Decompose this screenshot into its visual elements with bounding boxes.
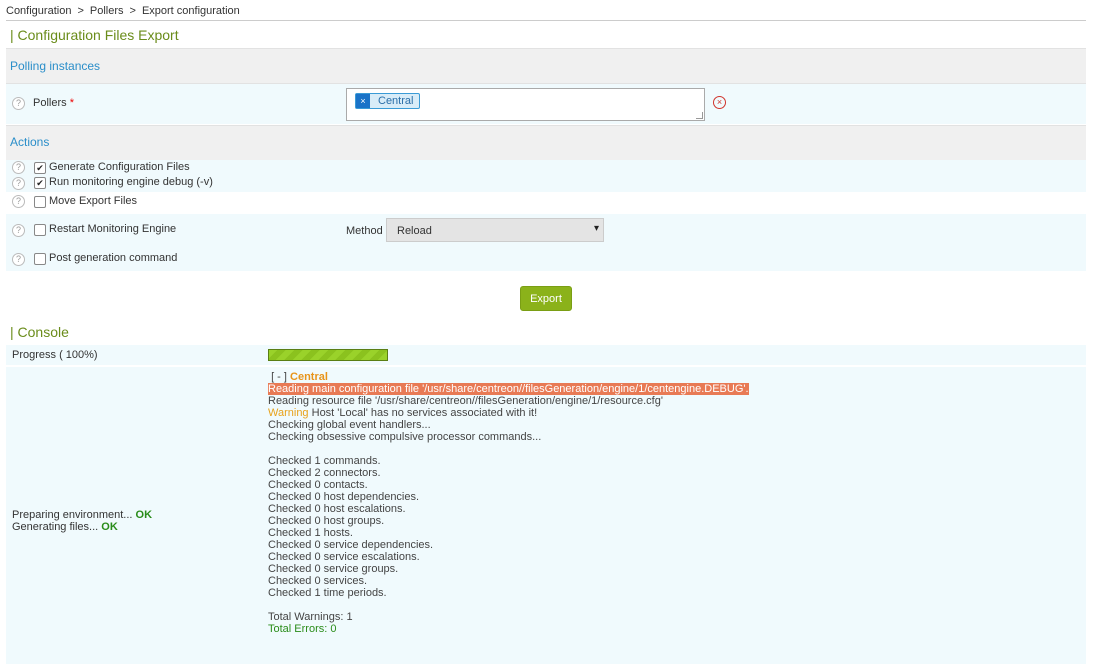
clear-pollers-icon[interactable]: × xyxy=(713,96,726,109)
console-line: Warning Host 'Local' has no services ass… xyxy=(268,407,749,419)
header-divider xyxy=(6,20,1086,21)
console-line: Checked 0 service dependencies. xyxy=(268,539,434,551)
method-select[interactable]: Reload ▾ xyxy=(386,218,604,242)
actions-header: Actions xyxy=(6,125,1086,161)
generate-config-checkbox[interactable]: ✔ xyxy=(34,162,46,174)
console-line: Checked 2 connectors. xyxy=(268,467,381,479)
console-line: Checked 0 service groups. xyxy=(268,563,399,575)
console-title: | Console xyxy=(10,324,69,340)
gen-status-line: Generating files... OK xyxy=(12,521,152,533)
polling-instances-title: Polling instances xyxy=(10,59,101,73)
console-line: Checked 1 commands. xyxy=(268,455,381,467)
breadcrumb: Configuration > Pollers > Export configurati… xyxy=(6,5,240,17)
console-line: Reading main configuration file '/usr/sh… xyxy=(268,383,749,395)
progress-bar xyxy=(268,349,388,361)
total-errors: Total Errors: 0 xyxy=(268,623,337,635)
prep-status-line: Preparing environment... OK xyxy=(12,509,152,521)
collapse-toggle[interactable]: [ - ] xyxy=(271,371,287,383)
tag-remove-icon[interactable]: × xyxy=(356,94,370,108)
console-status: Preparing environment... OK Generating f… xyxy=(12,509,152,533)
breadcrumb-separator: > xyxy=(77,5,84,17)
console-poller-name: Central xyxy=(290,371,328,383)
console-line: Checked 0 services. xyxy=(268,575,368,587)
restart-engine-checkbox[interactable] xyxy=(34,224,46,236)
help-icon[interactable]: ? xyxy=(12,224,25,237)
help-icon[interactable]: ? xyxy=(12,253,25,266)
console-log: [ - ] Central Reading main configuration… xyxy=(268,371,749,635)
pollers-help-icon[interactable]: ? xyxy=(12,97,25,110)
actions-title: Actions xyxy=(10,135,50,149)
console-line: Checked 0 contacts. xyxy=(268,479,368,491)
console-line: Checked 0 host escalations. xyxy=(268,503,406,515)
pollers-label-text: Pollers xyxy=(33,97,67,109)
console-line: Checked 0 host dependencies. xyxy=(268,491,420,503)
debug-error-line: Reading main configuration file '/usr/sh… xyxy=(268,383,749,395)
pollers-label: Pollers * xyxy=(33,97,74,109)
breadcrumb-configuration[interactable]: Configuration xyxy=(6,5,71,17)
warning-text: Host 'Local' has no services associated … xyxy=(308,407,538,419)
console-poller-header: [ - ] Central xyxy=(268,371,749,383)
method-label: Method xyxy=(346,225,383,237)
breadcrumb-pollers[interactable]: Pollers xyxy=(90,5,124,17)
console-line: Checked 1 hosts. xyxy=(268,527,353,539)
progress-row xyxy=(6,345,1086,365)
move-export-label: Move Export Files xyxy=(49,195,138,207)
generate-config-label: Generate Configuration Files xyxy=(49,161,190,173)
required-mark: * xyxy=(69,97,74,109)
console-line: Checked 0 host groups. xyxy=(268,515,385,527)
page-title: | Configuration Files Export xyxy=(10,27,179,43)
breadcrumb-separator: > xyxy=(129,5,136,17)
export-button[interactable]: Export xyxy=(520,286,572,311)
restart-engine-label: Restart Monitoring Engine xyxy=(49,223,177,235)
poller-tag-label: Central xyxy=(378,95,414,107)
poller-tag: × Central xyxy=(355,93,421,109)
debug-label: Run monitoring engine debug (-v) xyxy=(49,176,213,188)
help-icon[interactable]: ? xyxy=(12,195,25,208)
move-export-checkbox[interactable] xyxy=(34,196,46,208)
gen-ok-badge: OK xyxy=(101,521,118,533)
console-line: Reading resource file '/usr/share/centre… xyxy=(268,395,663,407)
resize-grip-icon[interactable] xyxy=(696,112,703,119)
polling-instances-header: Polling instances xyxy=(6,48,1086,84)
console-line: Checked 0 service escalations. xyxy=(268,551,420,563)
total-warnings: Total Warnings: 1 xyxy=(268,611,353,623)
help-icon[interactable]: ? xyxy=(12,161,25,174)
warning-label: Warning xyxy=(268,407,309,419)
console-line: Checking global event handlers... xyxy=(268,419,431,431)
prep-ok-badge: OK xyxy=(135,509,153,521)
breadcrumb-export-configuration[interactable]: Export configuration xyxy=(142,5,240,17)
method-select-value: Reload xyxy=(397,225,432,237)
dropdown-arrow-icon: ▾ xyxy=(593,223,599,234)
help-icon[interactable]: ? xyxy=(12,177,25,190)
post-generation-checkbox[interactable] xyxy=(34,253,46,265)
debug-checkbox[interactable]: ✔ xyxy=(34,177,46,189)
console-line: Checking obsessive compulsive processor … xyxy=(268,431,542,443)
console-line: Checked 1 time periods. xyxy=(268,587,387,599)
prep-text: Preparing environment... xyxy=(12,509,133,521)
gen-text: Generating files... xyxy=(12,521,99,533)
pollers-select-input[interactable]: × Central xyxy=(346,88,705,121)
progress-label: Progress ( 100%) xyxy=(12,349,98,361)
post-generation-label: Post generation command xyxy=(49,252,178,264)
